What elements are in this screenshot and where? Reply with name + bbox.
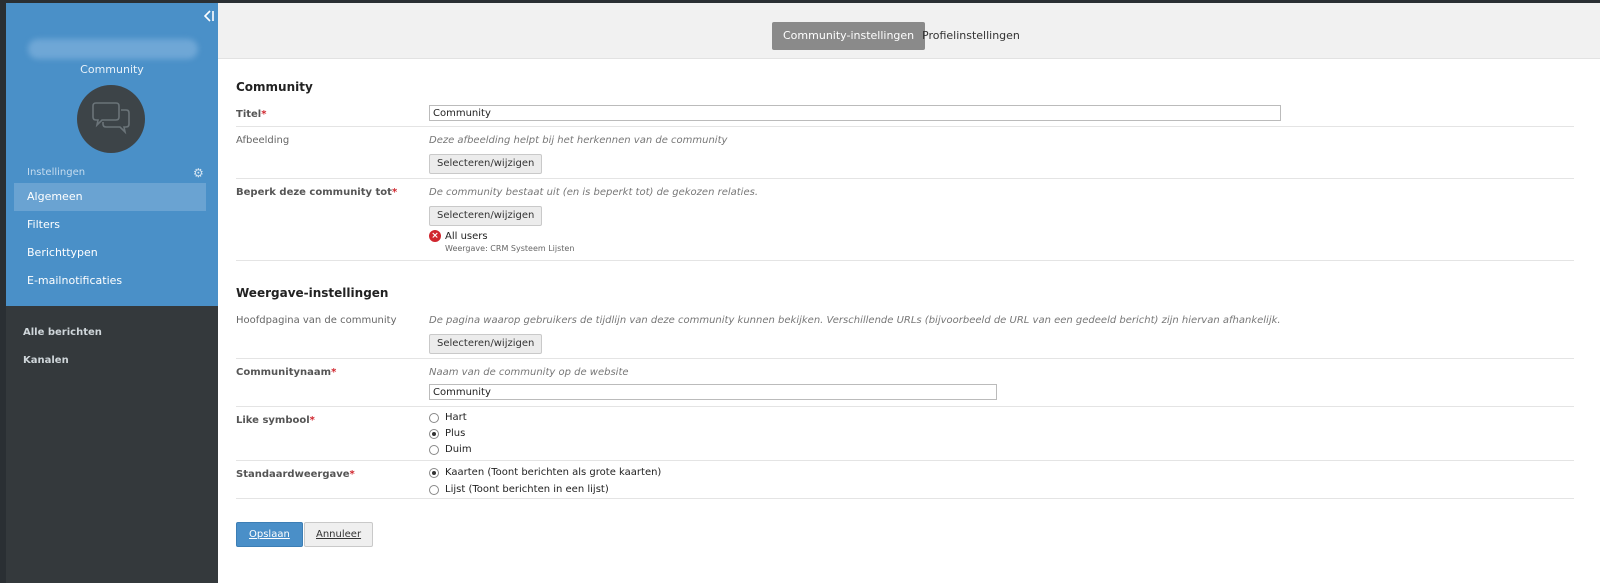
sidebar-item-berichttypen[interactable]: Berichttypen — [14, 239, 206, 267]
tab-label: Community-instellingen — [783, 29, 915, 42]
collapse-sidebar-icon[interactable] — [203, 10, 214, 24]
sidebar: Community Instellingen ⚙ Algemeen Filter… — [6, 3, 218, 583]
row-restrict: Beperk deze community tot* De community … — [236, 179, 1574, 261]
view-option-lijst[interactable]: Lijst (Toont berichten in een lijst) — [429, 481, 661, 498]
gear-icon[interactable]: ⚙ — [193, 166, 204, 180]
restrict-label: Beperk deze community tot* — [236, 187, 398, 198]
community-name-label: Communitynaam* — [236, 367, 337, 378]
image-hint: Deze afbeelding helpt bij het herkennen … — [429, 135, 728, 146]
community-avatar — [77, 85, 145, 153]
row-homepage: Hoofdpagina van de community De pagina w… — [236, 307, 1574, 359]
like-option-duim[interactable]: Duim — [429, 442, 472, 458]
save-button[interactable]: Opslaan — [236, 522, 303, 547]
view-option-kaarten[interactable]: Kaarten (Toont berichten als grote kaart… — [429, 464, 661, 481]
sidebar-menu: Algemeen Filters Berichttypen E-mailnoti… — [14, 183, 206, 295]
sidebar-item-algemeen[interactable]: Algemeen — [14, 183, 206, 211]
restrict-item-label: All users — [445, 230, 488, 242]
row-community-name: Communitynaam* Naam van de community op … — [236, 359, 1574, 407]
like-symbol-label: Like symbool* — [236, 415, 315, 426]
tab-profielinstellingen[interactable]: Profielinstellingen — [911, 22, 1031, 50]
sidebar-item-filters[interactable]: Filters — [14, 211, 206, 239]
homepage-label: Hoofdpagina van de community — [236, 315, 397, 326]
title-field-wrap — [429, 105, 1281, 121]
image-label: Afbeelding — [236, 135, 290, 146]
homepage-field-wrap: De pagina waarop gebruikers de tijdlijn … — [429, 315, 1281, 354]
tab-community-instellingen[interactable]: Community-instellingen — [772, 22, 926, 65]
title-label: Titel* — [236, 109, 267, 120]
restrict-item: × All users — [429, 230, 758, 242]
image-field-wrap: Deze afbeelding helpt bij het herkennen … — [429, 135, 727, 174]
restrict-hint: De community bestaat uit (en is beperkt … — [429, 187, 758, 198]
blurred-community-name — [28, 39, 198, 59]
radio-kaarten-selected[interactable] — [429, 467, 439, 478]
remove-icon[interactable]: × — [429, 230, 441, 242]
sidebar-item-alle-berichten[interactable]: Alle berichten — [6, 319, 218, 347]
title-input[interactable] — [429, 105, 1281, 121]
like-option-hart[interactable]: Hart — [429, 410, 472, 426]
sidebar-secondary-menu: Alle berichten Kanalen — [6, 319, 218, 375]
community-name-hint: Naam van de community op de website — [429, 367, 629, 378]
chat-bubbles-icon — [92, 102, 130, 135]
community-name-input[interactable] — [429, 384, 997, 400]
restrict-item-sub: Weergave: CRM Systeem Lijsten — [445, 244, 575, 253]
like-option-plus[interactable]: Plus — [429, 426, 472, 442]
community-name-field-wrap: Naam van de community op de website — [429, 367, 997, 400]
default-view-options: Kaarten (Toont berichten als grote kaart… — [429, 464, 661, 498]
row-like-symbol: Like symbool* Hart Plus Duim — [236, 407, 1574, 461]
sidebar-header: Community Instellingen ⚙ Algemeen Filter… — [6, 3, 218, 306]
like-symbol-options: Hart Plus Duim — [429, 410, 472, 458]
row-title: Titel* — [236, 103, 1574, 127]
tab-bar: Community-instellingen Profielinstelling… — [218, 3, 1600, 65]
image-select-button[interactable]: Selecteren/wijzigen — [429, 154, 543, 174]
row-image: Afbeelding Deze afbeelding helpt bij het… — [236, 127, 1574, 179]
section-heading-community: Community — [236, 80, 313, 94]
section-heading-display: Weergave-instellingen — [236, 286, 389, 300]
sidebar-item-emailnotificaties[interactable]: E-mailnotificaties — [14, 267, 206, 295]
radio-lijst[interactable] — [429, 484, 439, 495]
restrict-field-wrap: De community bestaat uit (en is beperkt … — [429, 187, 758, 253]
cancel-button[interactable]: Annuleer — [304, 522, 374, 547]
settings-heading: Instellingen — [27, 167, 86, 178]
sidebar-item-kanalen[interactable]: Kanalen — [6, 347, 218, 375]
default-view-label: Standaardweergave* — [236, 469, 355, 480]
radio-plus-selected[interactable] — [429, 429, 439, 439]
homepage-hint: De pagina waarop gebruikers de tijdlijn … — [429, 315, 1281, 326]
radio-hart[interactable] — [429, 413, 439, 423]
radio-duim[interactable] — [429, 445, 439, 455]
row-default-view: Standaardweergave* Kaarten (Toont berich… — [236, 461, 1574, 499]
app-frame: Community Instellingen ⚙ Algemeen Filter… — [6, 3, 1600, 583]
homepage-select-button[interactable]: Selecteren/wijzigen — [429, 334, 543, 354]
active-tab-caret — [842, 59, 855, 65]
main-panel: Community-instellingen Profielinstelling… — [218, 3, 1600, 583]
community-label: Community — [80, 63, 144, 76]
restrict-select-button[interactable]: Selecteren/wijzigen — [429, 206, 543, 226]
